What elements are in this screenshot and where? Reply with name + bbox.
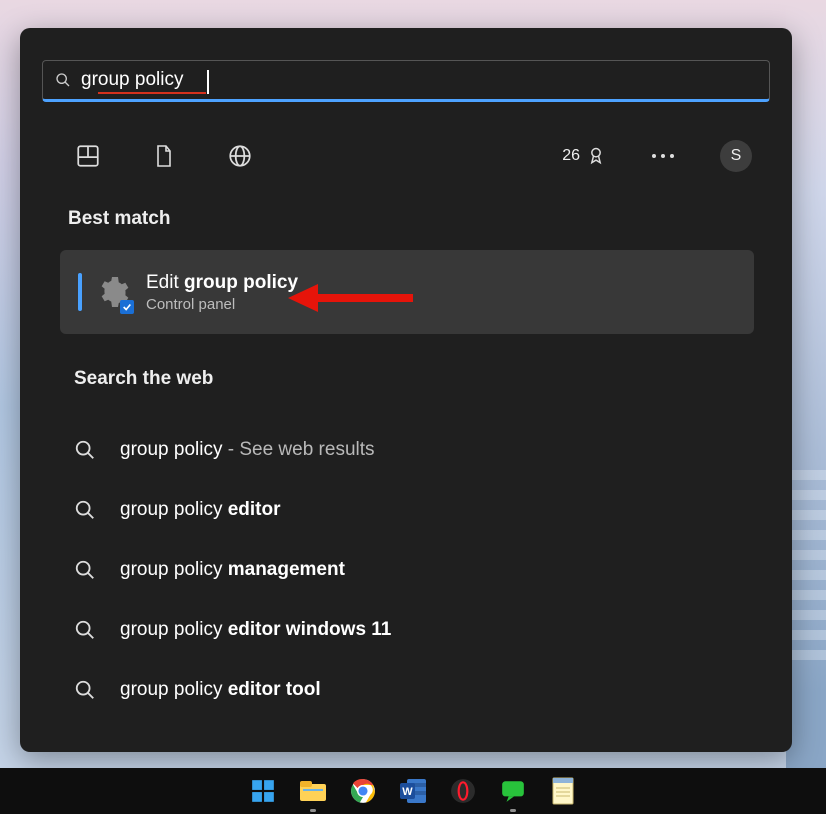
user-avatar[interactable]: S [720,140,752,172]
search-icon [74,439,96,461]
web-result-item[interactable]: group policy editor tool [74,660,744,720]
verified-check-icon [120,300,134,314]
search-icon [74,679,96,701]
web-results-list: group policy - See web results group pol… [74,420,744,720]
filter-documents-icon[interactable] [146,138,182,174]
search-icon [74,559,96,581]
svg-text:W: W [402,786,413,798]
search-input[interactable] [81,69,757,91]
gear-icon [94,274,130,310]
taskbar-word-icon[interactable]: W [398,776,428,806]
best-match-result[interactable]: Edit group policy Control panel [60,250,754,334]
taskbar-opera-icon[interactable] [448,776,478,806]
rewards-points[interactable]: 26 [562,144,606,168]
web-result-text: group policy editor windows 11 [120,619,391,641]
selection-accent [78,273,82,311]
avatar-initial: S [731,147,742,165]
taskbar-chrome-icon[interactable] [348,776,378,806]
taskbar-chat-icon[interactable] [498,776,528,806]
search-icon [74,499,96,521]
web-result-text: group policy - See web results [120,439,375,461]
web-result-text: group policy editor tool [120,679,321,701]
best-match-text: Edit group policy Control panel [146,272,298,313]
web-result-item[interactable]: group policy editor [74,480,744,540]
filter-bar: 26 S [70,136,752,176]
best-match-heading: Best match [68,208,170,230]
filter-apps-icon[interactable] [70,138,106,174]
rewards-medal-icon [586,144,606,168]
rewards-count: 26 [562,147,580,165]
web-result-item[interactable]: group policy - See web results [74,420,744,480]
spellcheck-underline [98,92,206,94]
best-match-title: Edit group policy [146,272,298,294]
more-options-icon[interactable] [646,154,680,158]
taskbar-explorer-icon[interactable] [298,776,328,806]
web-result-text: group policy management [120,559,345,581]
search-box[interactable] [42,60,770,102]
search-icon [55,72,71,88]
filter-web-icon[interactable] [222,138,258,174]
start-search-panel: 26 S Best match Edit group policy Contro… [20,28,792,752]
web-result-text: group policy editor [120,499,281,521]
web-result-item[interactable]: group policy management [74,540,744,600]
search-web-heading: Search the web [74,368,213,390]
taskbar-start-icon[interactable] [248,776,278,806]
taskbar-notepad-icon[interactable] [548,776,578,806]
web-result-item[interactable]: group policy editor windows 11 [74,600,744,660]
search-icon [74,619,96,641]
wallpaper-right-strip [786,0,826,770]
taskbar: W [0,768,826,814]
best-match-subtitle: Control panel [146,296,298,313]
text-caret [207,70,209,94]
